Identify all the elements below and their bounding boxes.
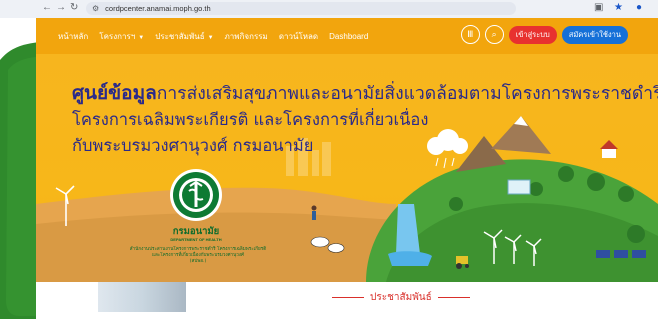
address-bar[interactable]: ⚙ cordpcenter.anamai.moph.go.th — [86, 2, 516, 15]
hero-banner: ศูนย์ข้อมูลการส่งเสริมสุขภาพและอนามัยสิ่… — [36, 54, 658, 282]
news-thumbnail[interactable] — [98, 282, 186, 312]
search-button[interactable]: ⌕ — [484, 25, 504, 44]
search-icon: ⌕ — [491, 29, 497, 39]
main-menu: หน้าหลัก โครงการฯ ▼ ประชาสัมพันธ์ ▼ ภาพกิจ… — [36, 30, 368, 43]
register-button[interactable]: สมัครเข้าใช้งาน — [561, 25, 628, 44]
menu-item-news[interactable]: ประชาสัมพันธ์ ▼ — [155, 30, 213, 43]
reload-icon[interactable]: ↻ — [70, 2, 78, 13]
chevron-down-icon: ▼ — [207, 34, 214, 41]
forward-icon[interactable]: → — [56, 2, 66, 13]
bookmark-star-icon[interactable]: ★ — [614, 2, 623, 13]
chevron-down-icon: ▼ — [138, 34, 145, 41]
login-button[interactable]: เข้าสู่ระบบ — [508, 25, 557, 44]
menu-item-downloads[interactable]: ดาวน์โหลด — [279, 30, 318, 43]
content-area: ประชาสัมพันธ์ — [36, 282, 658, 319]
hero-title-line3: กับพระบรมวงศานุวงศ์ กรมอนามัย — [72, 136, 314, 155]
hero-title-rest: การส่งเสริมสุขภาพและอนามัยสิ่งแวดล้อมตาม… — [156, 84, 658, 104]
accessibility-icon: Ⅲ — [467, 29, 474, 39]
department-name-en: DEPARTMENT OF HEALTH — [170, 237, 222, 242]
site-settings-icon[interactable]: ⚙ — [92, 4, 99, 13]
section-heading: ประชาสัมพันธ์ — [332, 290, 470, 305]
office-description: สำนักงานประสานงานโครงการพระราชดำริ โครงก… — [118, 247, 278, 266]
divider — [437, 296, 470, 299]
back-icon[interactable]: ← — [42, 2, 52, 13]
hero-title: ศูนย์ข้อมูลการส่งเสริมสุขภาพและอนามัยสิ่… — [72, 80, 658, 159]
extension-icon[interactable]: ▣ — [594, 2, 603, 13]
office-line3: (สปพอ.) — [189, 259, 207, 265]
menu-item-dashboard[interactable]: Dashboard — [329, 32, 368, 41]
browser-toolbar: ← → ↻ ⚙ cordpcenter.anamai.moph.go.th ▣ … — [0, 0, 658, 18]
divider — [332, 296, 364, 299]
menu-item-gallery[interactable]: ภาพกิจกรรม — [225, 30, 268, 43]
site-header: หน้าหลัก โครงการฯ ▼ ประชาสัมพันธ์ ▼ ภาพกิจ… — [36, 18, 658, 54]
profile-icon[interactable]: ● — [636, 2, 642, 13]
menu-item-home[interactable]: หน้าหลัก — [58, 30, 88, 43]
department-of-health-logo — [173, 172, 219, 218]
section-heading-text: ประชาสัมพันธ์ — [370, 292, 432, 303]
hero-title-strong: ศูนย์ข้อมูล — [72, 82, 157, 104]
hero-title-line2: โครงการเฉลิมพระเกียรติ และโครงการที่เกี่… — [72, 110, 429, 129]
url-text: cordpcenter.anamai.moph.go.th — [105, 4, 211, 13]
menu-item-projects[interactable]: โครงการฯ ▼ — [99, 30, 144, 43]
accessibility-button[interactable]: Ⅲ — [460, 25, 480, 44]
